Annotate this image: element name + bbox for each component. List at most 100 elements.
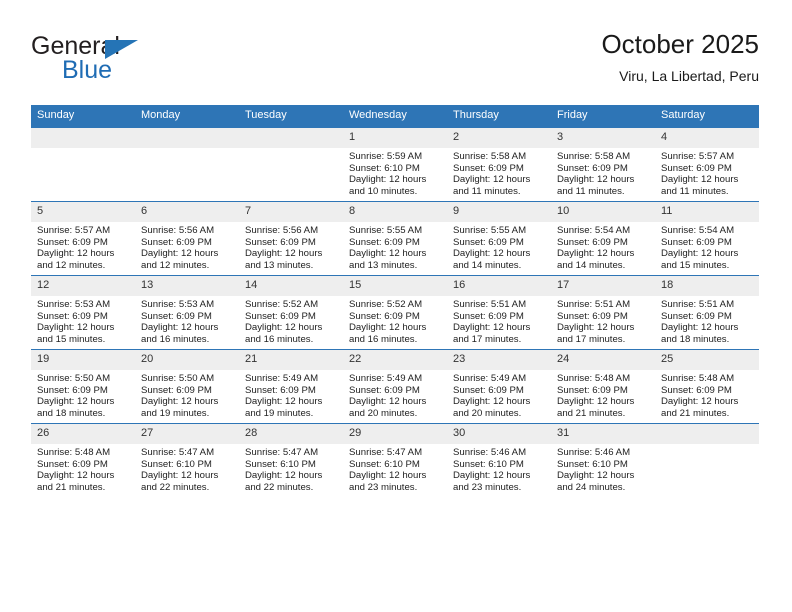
day-number: 8 [343, 202, 447, 222]
day-sun-info: Sunrise: 5:58 AM Sunset: 6:09 PM Daylight:… [551, 148, 655, 197]
sunrise-text: Sunrise: 5:53 AM [37, 299, 111, 310]
daylight-text-line2: and 17 minutes. [557, 333, 626, 345]
sunset-text: Sunset: 6:09 PM [37, 236, 108, 248]
day-number: 10 [551, 202, 655, 222]
daylight-text-line2: and 15 minutes. [661, 259, 730, 271]
day-number: 21 [239, 350, 343, 370]
daylight-text-line2: and 22 minutes. [245, 481, 314, 493]
calendar-day-cell[interactable]: 1 Sunrise: 5:59 AM Sunset: 6:10 PM Daylight… [343, 127, 447, 202]
calendar-day-cell[interactable]: 2 Sunrise: 5:58 AM Sunset: 6:09 PM Daylight… [447, 127, 551, 202]
calendar-day-cell[interactable]: 7 Sunrise: 5:56 AM Sunset: 6:09 PM Daylight… [239, 201, 343, 276]
calendar-day-cell[interactable]: 10 Sunrise: 5:54 AM Sunset: 6:09 PM Dayligh… [551, 201, 655, 276]
daylight-text-line1: Daylight: 12 hours [453, 470, 531, 482]
calendar-day-cell[interactable]: 30 Sunrise: 5:46 AM Sunset: 6:10 PM Dayligh… [447, 423, 551, 497]
brand-logo[interactable]: General Blue [31, 32, 241, 88]
calendar-day-cell[interactable]: 16 Sunrise: 5:51 AM Sunset: 6:09 PM Dayligh… [447, 275, 551, 350]
sunrise-text: Sunrise: 5:55 AM [349, 225, 423, 236]
daylight-text-line2: and 18 minutes. [37, 407, 106, 419]
calendar-day-cell[interactable]: 26 Sunrise: 5:48 AM Sunset: 6:09 PM Dayligh… [31, 423, 135, 497]
daylight-text-line1: Daylight: 12 hours [453, 396, 531, 408]
calendar-day-cell[interactable]: 21 Sunrise: 5:49 AM Sunset: 6:09 PM Dayligh… [239, 349, 343, 424]
day-number: 22 [343, 350, 447, 370]
daylight-text-line1: Daylight: 12 hours [141, 322, 219, 334]
calendar-day-cell[interactable]: 23 Sunrise: 5:49 AM Sunset: 6:09 PM Dayligh… [447, 349, 551, 424]
day-sun-info: Sunrise: 5:59 AM Sunset: 6:10 PM Daylight:… [343, 148, 447, 197]
calendar-day-cell[interactable]: 20 Sunrise: 5:50 AM Sunset: 6:09 PM Dayligh… [135, 349, 239, 424]
day-sun-info: Sunrise: 5:57 AM Sunset: 6:09 PM Daylight:… [655, 148, 759, 197]
day-sun-info: Sunrise: 5:50 AM Sunset: 6:09 PM Daylight:… [135, 370, 239, 419]
daylight-text-line1: Daylight: 12 hours [141, 248, 219, 260]
sunrise-text: Sunrise: 5:57 AM [37, 225, 111, 236]
calendar-day-cell[interactable]: 31 Sunrise: 5:46 AM Sunset: 6:10 PM Dayligh… [551, 423, 655, 497]
calendar-day-cell[interactable]: 29 Sunrise: 5:47 AM Sunset: 6:10 PM Dayligh… [343, 423, 447, 497]
calendar-day-cell[interactable]: 3 Sunrise: 5:58 AM Sunset: 6:09 PM Daylight… [551, 127, 655, 202]
daylight-text-line2: and 14 minutes. [453, 259, 522, 271]
calendar-day-cell[interactable]: 5 Sunrise: 5:57 AM Sunset: 6:09 PM Daylight… [31, 201, 135, 276]
calendar-week-row: 19 Sunrise: 5:50 AM Sunset: 6:09 PM Dayligh… [31, 349, 759, 424]
calendar-day-cell[interactable]: 19 Sunrise: 5:50 AM Sunset: 6:09 PM Dayligh… [31, 349, 135, 424]
daylight-text-line1: Daylight: 12 hours [349, 248, 427, 260]
calendar-day-cell[interactable]: 28 Sunrise: 5:47 AM Sunset: 6:10 PM Dayligh… [239, 423, 343, 497]
day-sun-info: Sunrise: 5:49 AM Sunset: 6:09 PM Daylight:… [343, 370, 447, 419]
daylight-text-line2: and 23 minutes. [453, 481, 522, 493]
daylight-text-line1: Daylight: 12 hours [453, 174, 531, 186]
sunrise-text: Sunrise: 5:51 AM [661, 299, 735, 310]
calendar-header-row: Sunday Monday Tuesday Wednesday Thursday… [31, 105, 759, 128]
weekday-header-thursday: Thursday [447, 105, 551, 128]
daylight-text-line1: Daylight: 12 hours [37, 322, 115, 334]
calendar-day-cell[interactable]: 27 Sunrise: 5:47 AM Sunset: 6:10 PM Dayligh… [135, 423, 239, 497]
calendar-day-cell[interactable]: 8 Sunrise: 5:55 AM Sunset: 6:09 PM Daylight… [343, 201, 447, 276]
daylight-text-line2: and 24 minutes. [557, 481, 626, 493]
calendar-day-cell[interactable]: 24 Sunrise: 5:48 AM Sunset: 6:09 PM Dayligh… [551, 349, 655, 424]
sunset-text: Sunset: 6:09 PM [349, 236, 420, 248]
calendar-day-cell[interactable]: 11 Sunrise: 5:54 AM Sunset: 6:09 PM Dayligh… [655, 201, 759, 276]
weekday-header-wednesday: Wednesday [343, 105, 447, 128]
sunset-text: Sunset: 6:09 PM [349, 384, 420, 396]
daylight-text-line1: Daylight: 12 hours [141, 396, 219, 408]
daylight-text-line2: and 12 minutes. [37, 259, 106, 271]
sunset-text: Sunset: 6:09 PM [37, 310, 108, 322]
sunrise-text: Sunrise: 5:46 AM [557, 447, 631, 458]
day-number: 13 [135, 276, 239, 296]
day-sun-info: Sunrise: 5:56 AM Sunset: 6:09 PM Daylight:… [239, 222, 343, 271]
calendar-day-cell[interactable]: 13 Sunrise: 5:53 AM Sunset: 6:09 PM Dayligh… [135, 275, 239, 350]
daylight-text-line1: Daylight: 12 hours [245, 470, 323, 482]
calendar-day-cell[interactable]: 18 Sunrise: 5:51 AM Sunset: 6:09 PM Dayligh… [655, 275, 759, 350]
sunset-text: Sunset: 6:09 PM [349, 310, 420, 322]
calendar-day-cell[interactable]: 6 Sunrise: 5:56 AM Sunset: 6:09 PM Daylight… [135, 201, 239, 276]
day-number: 11 [655, 202, 759, 222]
daylight-text-line2: and 21 minutes. [37, 481, 106, 493]
day-sun-info: Sunrise: 5:49 AM Sunset: 6:09 PM Daylight:… [239, 370, 343, 419]
calendar-day-cell[interactable]: 14 Sunrise: 5:52 AM Sunset: 6:09 PM Dayligh… [239, 275, 343, 350]
daylight-text-line2: and 21 minutes. [661, 407, 730, 419]
day-number: 19 [31, 350, 135, 370]
daylight-text-line1: Daylight: 12 hours [557, 174, 635, 186]
sunset-text: Sunset: 6:10 PM [453, 458, 524, 470]
day-number: 18 [655, 276, 759, 296]
day-sun-info: Sunrise: 5:52 AM Sunset: 6:09 PM Daylight:… [239, 296, 343, 345]
calendar-day-cell[interactable]: 15 Sunrise: 5:52 AM Sunset: 6:09 PM Dayligh… [343, 275, 447, 350]
daylight-text-line1: Daylight: 12 hours [37, 470, 115, 482]
calendar-day-cell[interactable]: 25 Sunrise: 5:48 AM Sunset: 6:09 PM Dayligh… [655, 349, 759, 424]
day-sun-info: Sunrise: 5:51 AM Sunset: 6:09 PM Daylight:… [447, 296, 551, 345]
daylight-text-line2: and 13 minutes. [245, 259, 314, 271]
calendar-day-cell[interactable]: 12 Sunrise: 5:53 AM Sunset: 6:09 PM Dayligh… [31, 275, 135, 350]
daylight-text-line1: Daylight: 12 hours [245, 248, 323, 260]
calendar-day-cell[interactable]: 17 Sunrise: 5:51 AM Sunset: 6:09 PM Dayligh… [551, 275, 655, 350]
daylight-text-line1: Daylight: 12 hours [557, 396, 635, 408]
calendar-day-cell[interactable]: 9 Sunrise: 5:55 AM Sunset: 6:09 PM Daylight… [447, 201, 551, 276]
sunset-text: Sunset: 6:09 PM [37, 384, 108, 396]
calendar-day-cell[interactable]: 22 Sunrise: 5:49 AM Sunset: 6:09 PM Dayligh… [343, 349, 447, 424]
sunrise-text: Sunrise: 5:57 AM [661, 151, 735, 162]
daylight-text-line2: and 14 minutes. [557, 259, 626, 271]
daylight-text-line1: Daylight: 12 hours [349, 322, 427, 334]
daylight-text-line2: and 11 minutes. [557, 185, 625, 197]
sunrise-text: Sunrise: 5:54 AM [661, 225, 735, 236]
weekday-header-tuesday: Tuesday [239, 105, 343, 128]
daylight-text-line1: Daylight: 12 hours [453, 248, 531, 260]
day-sun-info: Sunrise: 5:53 AM Sunset: 6:09 PM Daylight:… [31, 296, 135, 345]
calendar-day-cell[interactable]: 4 Sunrise: 5:57 AM Sunset: 6:09 PM Daylight… [655, 127, 759, 202]
daylight-text-line1: Daylight: 12 hours [349, 174, 427, 186]
sunrise-text: Sunrise: 5:47 AM [141, 447, 215, 458]
daylight-text-line2: and 19 minutes. [245, 407, 314, 419]
